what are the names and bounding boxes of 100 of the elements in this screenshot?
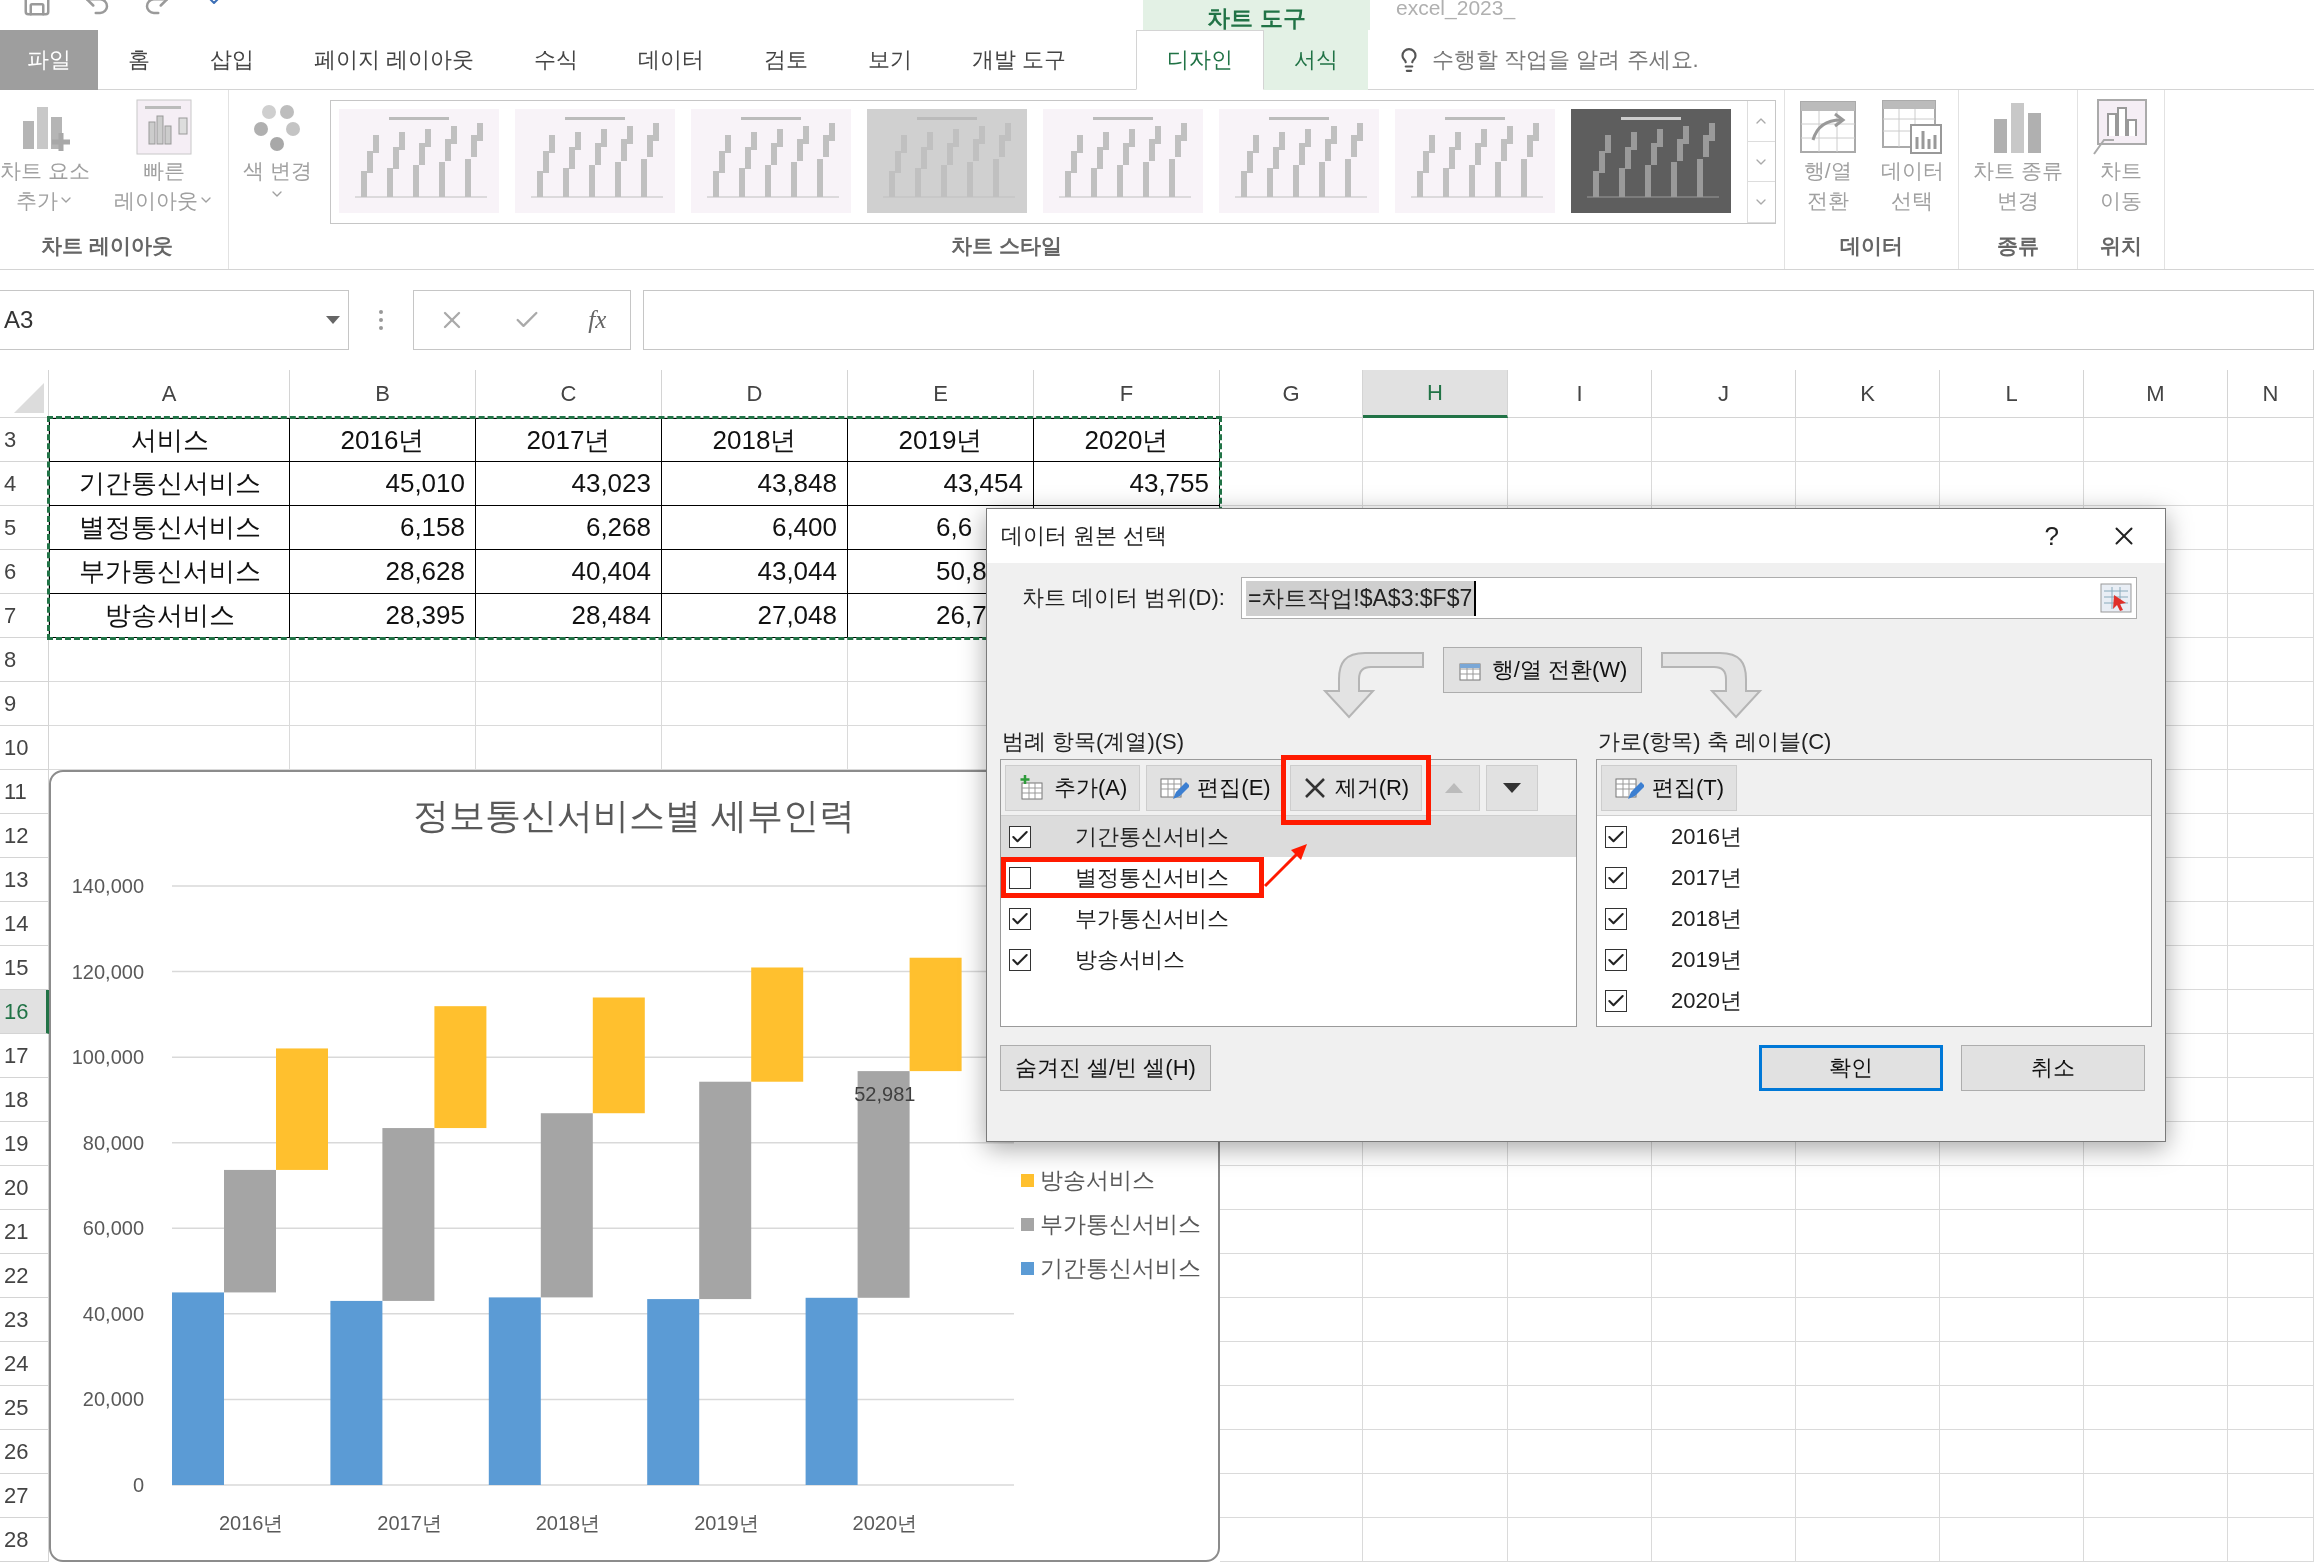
- checkbox[interactable]: [1009, 907, 1031, 930]
- grid-cell[interactable]: [1940, 1254, 2084, 1298]
- column-header[interactable]: G: [1220, 370, 1363, 418]
- grid-cell[interactable]: [2228, 594, 2314, 638]
- grid-cell[interactable]: [1220, 462, 1363, 506]
- grid-cell[interactable]: [290, 638, 476, 682]
- chart-style-thumbnail[interactable]: [1042, 109, 1203, 213]
- grid-cell[interactable]: [1508, 1342, 1652, 1386]
- row-header[interactable]: 8: [0, 638, 49, 682]
- grid-cell[interactable]: [1508, 1430, 1652, 1474]
- grid-cell[interactable]: [2228, 462, 2314, 506]
- grid-cell[interactable]: [1652, 1210, 1796, 1254]
- column-header[interactable]: F: [1034, 370, 1220, 418]
- grid-cell[interactable]: [49, 638, 290, 682]
- grid-cell[interactable]: [1363, 418, 1508, 462]
- column-header[interactable]: D: [662, 370, 848, 418]
- grid-cell[interactable]: [1363, 462, 1508, 506]
- ribbon-tab[interactable]: 디자인: [1136, 30, 1265, 90]
- checkbox[interactable]: [1009, 866, 1031, 889]
- chart-style-thumbnail[interactable]: [1570, 109, 1731, 213]
- checkbox[interactable]: [1605, 948, 1627, 971]
- grid-cell[interactable]: [1796, 1210, 1940, 1254]
- move-down-button[interactable]: [1486, 764, 1539, 811]
- column-header[interactable]: C: [476, 370, 662, 418]
- grid-cell[interactable]: [1796, 1474, 1940, 1518]
- grid-cell[interactable]: [2228, 1386, 2314, 1430]
- grid-cell[interactable]: [2228, 770, 2314, 814]
- toolbar-button[interactable]: 제거(R): [1289, 764, 1423, 811]
- list-item[interactable]: 기간통신서비스: [1001, 816, 1576, 857]
- row-header[interactable]: 7: [0, 594, 49, 638]
- grid-cell[interactable]: [2228, 1298, 2314, 1342]
- grid-cell[interactable]: [1940, 1298, 2084, 1342]
- grid-cell[interactable]: [1508, 418, 1652, 462]
- grid-cell[interactable]: [1652, 1254, 1796, 1298]
- grid-cell[interactable]: [1363, 1254, 1508, 1298]
- grid-cell[interactable]: [2084, 1166, 2228, 1210]
- row-header[interactable]: 26: [0, 1430, 49, 1474]
- grid-cell[interactable]: [2228, 1342, 2314, 1386]
- row-header[interactable]: 20: [0, 1166, 49, 1210]
- grid-cell[interactable]: [662, 682, 848, 726]
- chart-style-thumbnail[interactable]: [866, 109, 1027, 213]
- grid-cell[interactable]: [1940, 1518, 2084, 1562]
- formula-input[interactable]: [643, 290, 2314, 350]
- grid-cell[interactable]: [1363, 1474, 1508, 1518]
- grid-cell[interactable]: [476, 682, 662, 726]
- list-item[interactable]: 2019년: [1597, 939, 2151, 980]
- grid-cell[interactable]: [1796, 1254, 1940, 1298]
- grid-cell[interactable]: [2228, 1122, 2314, 1166]
- grid-cell[interactable]: [1796, 418, 1940, 462]
- row-header[interactable]: 19: [0, 1122, 49, 1166]
- row-header[interactable]: 27: [0, 1474, 49, 1518]
- tell-me-field[interactable]: 수행할 작업을 알려 주세요.: [1432, 44, 1699, 75]
- help-button[interactable]: ?: [2044, 520, 2059, 552]
- row-header[interactable]: 11: [0, 770, 49, 814]
- row-header[interactable]: 21: [0, 1210, 49, 1254]
- ribbon-tab[interactable]: 검토: [734, 30, 839, 90]
- grid-cell[interactable]: [2084, 462, 2228, 506]
- grid-cell[interactable]: [290, 682, 476, 726]
- grid-cell[interactable]: [2084, 1342, 2228, 1386]
- grid-cell[interactable]: [2084, 418, 2228, 462]
- grid-cell[interactable]: [1508, 1386, 1652, 1430]
- grid-cell[interactable]: [2084, 1298, 2228, 1342]
- grid-cell[interactable]: [1940, 1430, 2084, 1474]
- row-header[interactable]: 12: [0, 814, 49, 858]
- dialog-button[interactable]: 취소: [1961, 1045, 2145, 1091]
- grid-cell[interactable]: [1940, 418, 2084, 462]
- chart-style-thumbnail[interactable]: [690, 109, 851, 213]
- column-header[interactable]: I: [1508, 370, 1652, 418]
- grid-cell[interactable]: [1796, 1518, 1940, 1562]
- grid-cell[interactable]: [1652, 1342, 1796, 1386]
- ribbon-tab[interactable]: 수식: [504, 30, 609, 90]
- toolbar-button[interactable]: 추가(A): [1005, 764, 1141, 811]
- row-header[interactable]: 18: [0, 1078, 49, 1122]
- grid-cell[interactable]: [1796, 1166, 1940, 1210]
- grid-cell[interactable]: [1652, 418, 1796, 462]
- grid-cell[interactable]: [2228, 1518, 2314, 1562]
- grid-cell[interactable]: [2228, 1166, 2314, 1210]
- dialog-button[interactable]: 확인: [1759, 1045, 1943, 1091]
- grid-cell[interactable]: [2228, 1078, 2314, 1122]
- grid-cell[interactable]: [2228, 902, 2314, 946]
- select-all-icon[interactable]: [14, 383, 44, 413]
- checkbox[interactable]: [1009, 825, 1031, 848]
- list-item[interactable]: 2016년: [1597, 816, 2151, 857]
- grid-cell[interactable]: [2228, 638, 2314, 682]
- ribbon-tab[interactable]: 페이지 레이아웃: [284, 30, 505, 90]
- grid-cell[interactable]: [1940, 1474, 2084, 1518]
- grid-cell[interactable]: [1940, 1386, 2084, 1430]
- insert-function-button[interactable]: fx: [588, 306, 607, 334]
- grid-cell[interactable]: [2084, 1254, 2228, 1298]
- column-header[interactable]: L: [1940, 370, 2084, 418]
- checkbox[interactable]: [1605, 907, 1627, 930]
- row-header[interactable]: 14: [0, 902, 49, 946]
- checkbox[interactable]: [1605, 825, 1627, 848]
- grid-cell[interactable]: [2228, 1254, 2314, 1298]
- grid-cell[interactable]: [2084, 1430, 2228, 1474]
- grid-cell[interactable]: [2084, 1474, 2228, 1518]
- grid-cell[interactable]: [2228, 726, 2314, 770]
- row-header[interactable]: 28: [0, 1518, 49, 1562]
- row-header[interactable]: 23: [0, 1298, 49, 1342]
- row-header[interactable]: 17: [0, 1034, 49, 1078]
